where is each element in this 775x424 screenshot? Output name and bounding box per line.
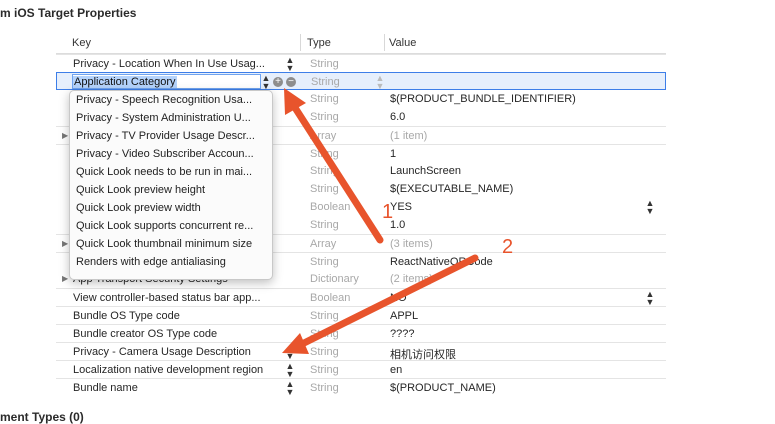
popup-item[interactable]: Privacy - System Administration U... <box>76 109 268 127</box>
key-edit-text: Application Category <box>73 76 177 88</box>
minus-circle-icon[interactable]: − <box>286 77 296 87</box>
up-down-stepper-icon[interactable]: ▲ ▼ <box>645 290 655 307</box>
row-type: String <box>310 165 339 177</box>
column-header-key[interactable]: Key <box>72 37 91 49</box>
row-value: (1 item) <box>390 130 428 142</box>
up-down-stepper-icon[interactable]: ▲ ▼ <box>375 74 385 91</box>
popup-item[interactable]: Privacy - Speech Recognition Usa... <box>76 91 268 109</box>
row-type: String <box>311 76 340 88</box>
column-separator <box>300 34 301 51</box>
column-separator <box>384 34 385 51</box>
up-down-stepper-icon[interactable]: ▲ ▼ <box>645 199 655 216</box>
row-value[interactable]: ???? <box>390 328 414 340</box>
popup-item[interactable]: Renders with edge antialiasing <box>76 253 268 271</box>
row-key: Localization native development region <box>73 364 264 376</box>
up-down-stepper-icon[interactable]: ▲ ▼ <box>285 56 295 73</box>
popup-item[interactable]: Quick Look preview height <box>76 181 268 199</box>
row-key: Bundle OS Type code <box>73 310 180 322</box>
row-value[interactable]: 1 <box>390 148 396 160</box>
table-row[interactable]: Privacy - Location When In Use Usag... ▲… <box>56 54 666 73</box>
row-value[interactable]: LaunchScreen <box>390 165 461 177</box>
row-type: String <box>310 183 339 195</box>
row-key: View controller-based status bar app... <box>73 292 261 304</box>
up-down-stepper-icon[interactable]: ▲ ▼ <box>285 344 295 361</box>
table-row[interactable]: Localization native development region ▲… <box>56 360 666 379</box>
table-row[interactable]: View controller-based status bar app... … <box>56 288 666 307</box>
plus-circle-icon[interactable]: + <box>273 77 283 87</box>
annotation-label-2: 2 <box>502 236 514 258</box>
table-row-selected[interactable]: Application Category ▲ ▼ + − String ▲ ▼ <box>56 72 666 91</box>
section-title: m iOS Target Properties <box>0 6 137 20</box>
row-type: String <box>310 328 339 340</box>
table-row[interactable]: Bundle name ▲ ▼ String $(PRODUCT_NAME) <box>56 378 666 397</box>
disclosure-triangle-icon[interactable]: ▶ <box>62 131 68 140</box>
row-type: Boolean <box>310 292 351 304</box>
row-value[interactable]: $(PRODUCT_NAME) <box>390 382 496 394</box>
popup-item[interactable]: Quick Look thumbnail minimum size <box>76 235 268 253</box>
row-type: String <box>310 346 339 358</box>
row-type: Boolean <box>310 201 351 213</box>
column-header-value[interactable]: Value <box>389 37 416 49</box>
row-value[interactable]: YES <box>390 201 412 213</box>
up-down-stepper-icon[interactable]: ▲ ▼ <box>285 380 295 397</box>
row-key: Privacy - Location When In Use Usag... <box>73 58 265 70</box>
row-type: String <box>310 93 339 105</box>
column-header-type[interactable]: Type <box>307 37 331 49</box>
row-type: Array <box>310 238 337 250</box>
row-type: Array <box>310 130 337 142</box>
row-type: String <box>310 310 339 322</box>
row-value[interactable]: $(EXECUTABLE_NAME) <box>390 183 513 195</box>
popup-item[interactable]: Quick Look supports concurrent re... <box>76 217 268 235</box>
disclosure-triangle-icon[interactable]: ▶ <box>62 274 68 283</box>
up-down-stepper-icon[interactable]: ▲ ▼ <box>285 362 295 379</box>
row-value[interactable]: NO <box>390 292 407 304</box>
row-key: Bundle name <box>73 382 138 394</box>
row-key: Bundle creator OS Type code <box>73 328 218 340</box>
table-header: Key Type Value <box>56 32 666 54</box>
section-title-bottom: ment Types (0) <box>0 410 84 424</box>
row-value: (2 items) <box>390 273 433 285</box>
disclosure-triangle-icon[interactable]: ▶ <box>62 239 68 248</box>
row-type: String <box>310 256 339 268</box>
row-type: String <box>310 148 339 160</box>
row-type: Dictionary <box>310 273 359 285</box>
up-down-stepper-icon[interactable]: ▲ ▼ <box>261 74 271 91</box>
popup-item[interactable]: Privacy - Video Subscriber Accoun... <box>76 145 268 163</box>
row-type: String <box>310 111 339 123</box>
row-value[interactable]: $(PRODUCT_BUNDLE_IDENTIFIER) <box>390 93 576 105</box>
popup-item[interactable]: Privacy - TV Provider Usage Descr... <box>76 127 268 145</box>
row-type: String <box>310 382 339 394</box>
row-type: String <box>310 219 339 231</box>
key-autocomplete-popup: Privacy - Speech Recognition Usa... Priv… <box>69 90 273 280</box>
popup-item[interactable]: Quick Look needs to be run in mai... <box>76 163 268 181</box>
key-edit-field[interactable]: Application Category <box>72 74 261 89</box>
row-value[interactable]: en <box>390 364 402 376</box>
row-type: String <box>310 58 339 70</box>
popup-item[interactable]: Quick Look preview width <box>76 199 268 217</box>
annotation-label-1: 1 <box>382 201 394 223</box>
table-row[interactable]: Privacy - Camera Usage Description ▲ ▼ St… <box>56 342 666 361</box>
table-row[interactable]: Bundle creator OS Type code String ???? <box>56 324 666 343</box>
row-type: String <box>310 364 339 376</box>
table-row[interactable]: Bundle OS Type code String APPL <box>56 306 666 325</box>
row-value[interactable]: ReactNativeQRCode <box>390 256 493 268</box>
row-value[interactable]: 6.0 <box>390 111 405 123</box>
row-key: Privacy - Camera Usage Description <box>73 346 251 358</box>
row-value: (3 items) <box>390 238 433 250</box>
row-value[interactable]: APPL <box>390 310 418 322</box>
